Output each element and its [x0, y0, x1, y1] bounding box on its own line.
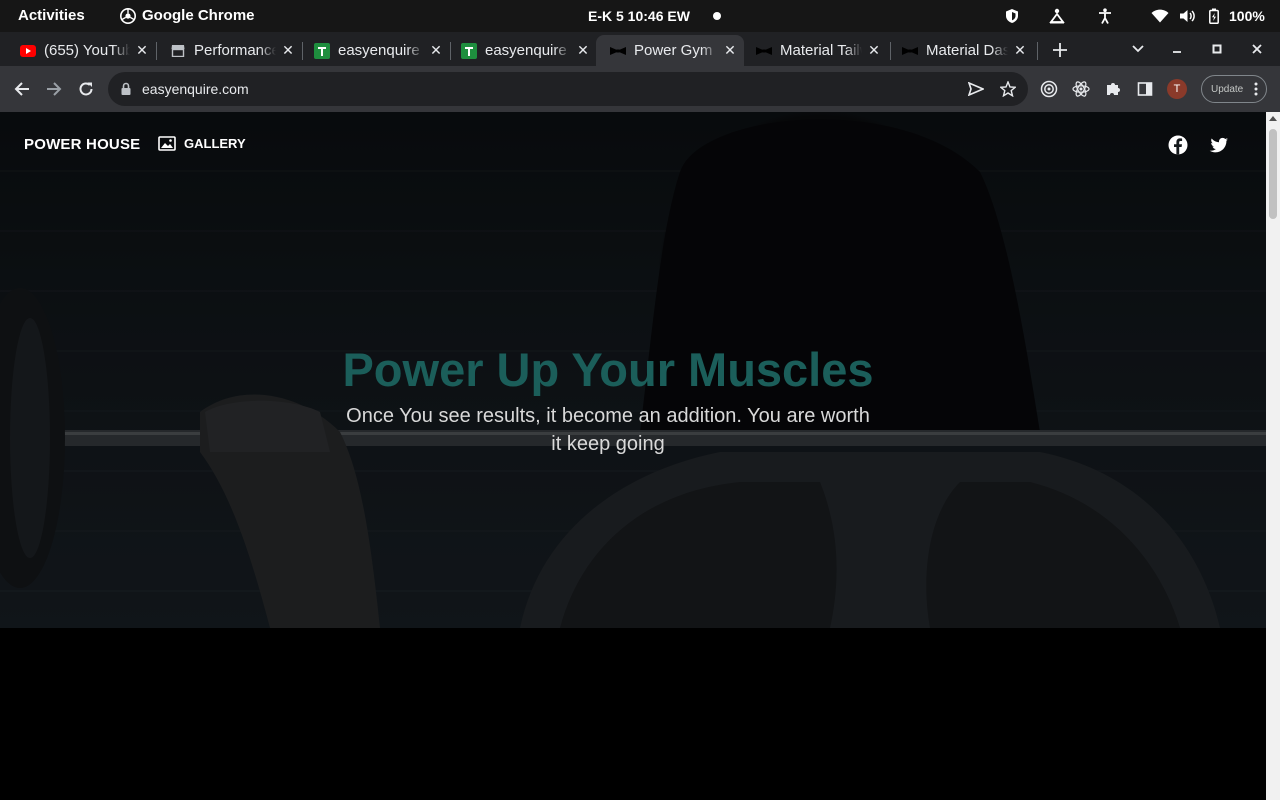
update-button[interactable]: Update — [1201, 75, 1267, 103]
minimize-button[interactable] — [1165, 38, 1189, 60]
lock-icon[interactable] — [120, 81, 132, 100]
close-icon[interactable]: ✕ — [1012, 42, 1028, 59]
page-scrollbar[interactable] — [1266, 112, 1280, 800]
tab-title: Material Dashboard — [926, 42, 1008, 59]
hero-section: POWER HOUSE GALLERY Power Up Your Muscle… — [0, 112, 1266, 628]
tab-power-gym[interactable]: Power Gym ✕ — [596, 35, 744, 66]
sheets-icon — [461, 42, 477, 59]
youtube-icon — [20, 43, 36, 59]
chrome-icon — [120, 8, 136, 24]
side-panel-icon — [1137, 82, 1153, 96]
volume-icon[interactable] — [1179, 0, 1196, 32]
tab-material-dashboard[interactable]: Material Dashboard ✕ — [882, 35, 1034, 66]
react-icon — [1072, 81, 1090, 97]
close-icon[interactable]: ✕ — [134, 42, 150, 59]
user-status-icon[interactable] — [1048, 0, 1066, 32]
clock[interactable]: E-K 5 10:46 EW — [588, 0, 690, 32]
sheets-icon — [314, 42, 330, 59]
maximize-button[interactable] — [1205, 38, 1229, 60]
app-menu[interactable]: Google Chrome — [120, 0, 255, 32]
browser-toolbar: easyenquire.com T Update — [0, 66, 1280, 112]
send-icon — [968, 82, 984, 96]
tab-title: Power Gym — [634, 42, 713, 59]
arrow-right-icon — [47, 82, 62, 96]
target-icon — [1040, 80, 1058, 98]
tab-performance[interactable]: Performance ✕ — [150, 35, 302, 66]
accessibility-icon[interactable] — [1097, 0, 1113, 32]
tab-material-tailwind[interactable]: Material Tailwind ✕ — [736, 35, 888, 66]
send-to-devices-button[interactable] — [964, 77, 988, 101]
update-label: Update — [1211, 83, 1244, 95]
bookmark-button[interactable] — [996, 77, 1020, 101]
react-devtools-button[interactable] — [1069, 77, 1093, 101]
battery-percent: 100% — [1229, 8, 1265, 24]
system-top-bar: Activities Google Chrome E-K 5 10:46 EW … — [0, 0, 1280, 32]
tab-strip: (655) YouTube ✕ Performance ✕ easyenquir… — [0, 32, 1280, 66]
profile-avatar[interactable]: T — [1167, 79, 1187, 99]
tab-title: easyenquire — [338, 42, 420, 59]
close-icon[interactable]: ✕ — [575, 42, 591, 59]
tab-title: Material Tailwind — [780, 42, 862, 59]
new-tab-button[interactable] — [1048, 38, 1072, 62]
notification-dot — [713, 12, 721, 20]
site-navbar: POWER HOUSE GALLERY — [0, 112, 1266, 176]
tab-easyenquire-2[interactable]: easyenquire ✕ — [441, 35, 597, 66]
scroll-thumb[interactable] — [1269, 129, 1277, 219]
maximize-icon — [1212, 44, 1222, 54]
star-icon — [1000, 81, 1016, 97]
facebook-icon[interactable] — [1167, 134, 1189, 156]
close-icon[interactable]: ✕ — [866, 42, 882, 59]
tab-title: easyenquire — [485, 42, 567, 59]
reload-icon — [79, 82, 93, 96]
extension-target-button[interactable] — [1037, 77, 1061, 101]
tab-separator — [1037, 42, 1038, 60]
forward-button[interactable] — [42, 77, 66, 101]
bowtie-icon — [610, 43, 626, 59]
url-text[interactable]: easyenquire.com — [142, 72, 249, 106]
bowtie-icon — [902, 43, 918, 59]
web-page: POWER HOUSE GALLERY Power Up Your Muscle… — [0, 112, 1266, 800]
tab-search-button[interactable] — [1126, 38, 1150, 60]
plus-icon — [1053, 43, 1067, 57]
minimize-icon — [1173, 51, 1181, 53]
back-button[interactable] — [10, 77, 34, 101]
extensions-button[interactable] — [1101, 77, 1125, 101]
reload-button[interactable] — [74, 77, 98, 101]
twitter-icon[interactable] — [1208, 134, 1230, 156]
activities-button[interactable]: Activities — [18, 0, 85, 32]
address-bar[interactable]: easyenquire.com — [108, 72, 1028, 106]
puzzle-icon — [1107, 83, 1120, 95]
tab-title: (655) YouTube — [44, 42, 130, 59]
hero-content: Power Up Your Muscles Once You see resul… — [320, 340, 896, 458]
tab-youtube[interactable]: (655) YouTube ✕ — [0, 35, 156, 66]
close-window-button[interactable] — [1245, 38, 1269, 60]
app-name: Google Chrome — [142, 7, 255, 24]
side-panel-button[interactable] — [1133, 77, 1157, 101]
store-icon — [170, 43, 186, 59]
arrow-left-icon — [14, 82, 29, 96]
battery-icon[interactable] — [1209, 0, 1219, 32]
close-icon — [1252, 44, 1262, 54]
site-brand[interactable]: POWER HOUSE — [24, 136, 140, 153]
more-vert-icon — [1254, 82, 1258, 99]
image-icon — [158, 136, 176, 151]
scroll-up-arrow[interactable] — [1269, 116, 1277, 121]
hero-subtitle: Once You see results, it become an addit… — [346, 405, 870, 455]
chevron-down-icon — [1132, 45, 1144, 53]
tab-title: Performance — [194, 42, 276, 59]
hero-title: Power Up Your Muscles — [342, 343, 874, 396]
nav-gallery-label: GALLERY — [184, 136, 246, 151]
shield-icon[interactable] — [1004, 0, 1020, 32]
tab-easyenquire-1[interactable]: easyenquire ✕ — [294, 35, 450, 66]
nav-gallery-link[interactable]: GALLERY — [158, 136, 246, 151]
bowtie-icon — [756, 43, 772, 59]
wifi-icon[interactable] — [1151, 0, 1169, 32]
